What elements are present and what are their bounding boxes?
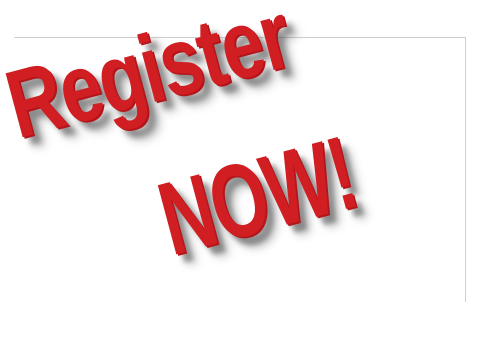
register-now-banner: Register NOW! xyxy=(0,0,480,340)
banner-graphic: Register NOW! xyxy=(0,0,480,340)
register-text: Register xyxy=(0,0,301,159)
now-text: NOW! xyxy=(147,114,368,278)
